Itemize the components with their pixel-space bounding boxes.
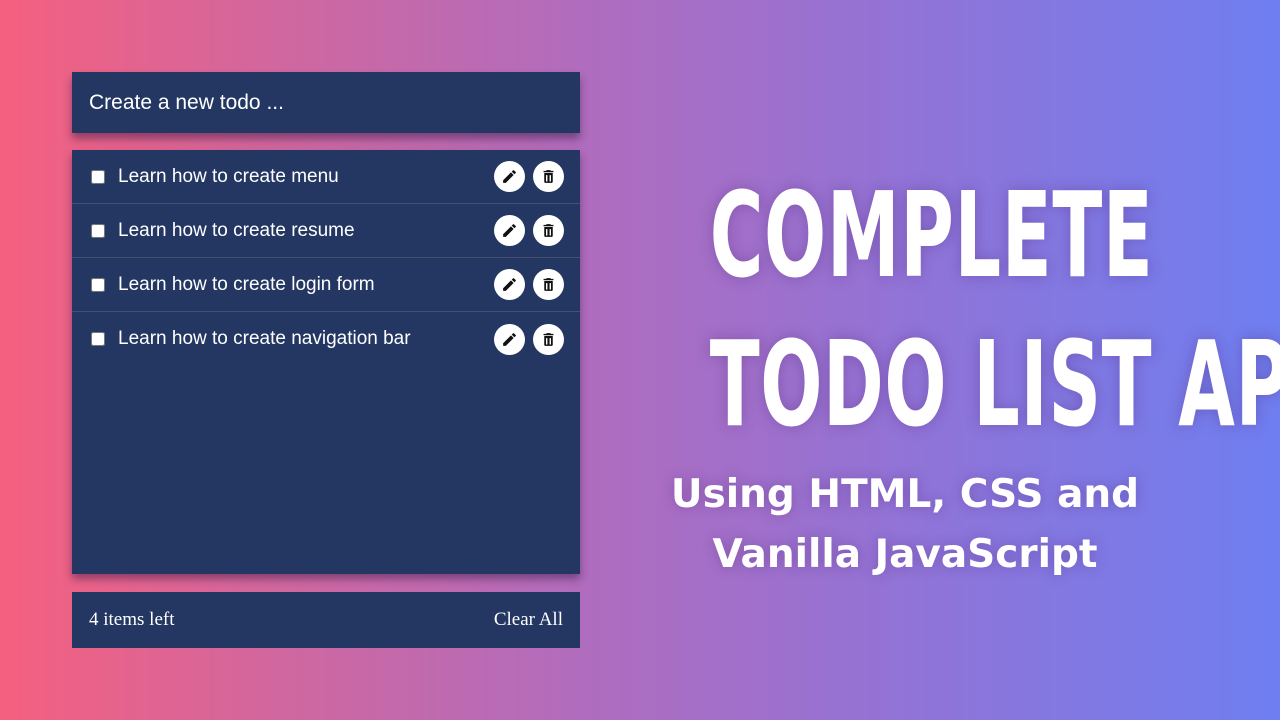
edit-button[interactable] — [494, 323, 525, 355]
todo-item: Learn how to create login form — [72, 258, 580, 312]
todo-checkbox[interactable] — [91, 223, 105, 238]
trash-icon — [543, 224, 554, 237]
pencil-icon — [503, 278, 516, 291]
todo-text: Learn how to create navigation bar — [118, 328, 411, 349]
pencil-icon — [503, 332, 516, 346]
todo-text: Learn how to create login form — [118, 273, 375, 295]
delete-button[interactable] — [533, 161, 564, 192]
clear-all-button[interactable]: Clear All — [494, 609, 563, 631]
edit-button[interactable] — [494, 215, 525, 246]
trash-icon — [543, 332, 554, 346]
banner-title-line2: TODO LIST APP — [709, 315, 1280, 453]
trash-icon — [543, 170, 554, 183]
todo-checkbox[interactable] — [91, 332, 105, 346]
edit-button[interactable] — [494, 269, 525, 300]
new-todo-bar — [72, 72, 580, 133]
pencil-icon — [503, 224, 516, 237]
banner-title-line1: COMPLETE — [709, 166, 1154, 304]
banner-subtitle-line1: Using HTML, CSS and — [670, 472, 1140, 517]
edit-button[interactable] — [494, 161, 525, 192]
todo-text: Learn how to create resume — [118, 219, 355, 241]
todo-list: Learn how to create menu Learn how to cr… — [72, 150, 580, 574]
todo-app: Learn how to create menu Learn how to cr… — [72, 72, 580, 648]
delete-button[interactable] — [533, 323, 564, 355]
todo-item: Learn how to create navigation bar — [72, 312, 580, 366]
new-todo-input[interactable] — [89, 72, 580, 133]
todo-item: Learn how to create menu — [72, 150, 580, 204]
todo-text: Learn how to create menu — [118, 165, 339, 187]
todo-checkbox[interactable] — [91, 169, 105, 184]
todo-checkbox[interactable] — [91, 277, 105, 292]
delete-button[interactable] — [533, 269, 564, 300]
todo-footer: 4 items left Clear All — [72, 592, 580, 648]
trash-icon — [543, 278, 554, 291]
todo-item: Learn how to create resume — [72, 204, 580, 258]
pencil-icon — [503, 170, 516, 183]
delete-button[interactable] — [533, 215, 564, 246]
banner-subtitle-line2: Vanilla JavaScript — [712, 532, 1098, 577]
items-left-count: 4 items left — [89, 609, 175, 630]
